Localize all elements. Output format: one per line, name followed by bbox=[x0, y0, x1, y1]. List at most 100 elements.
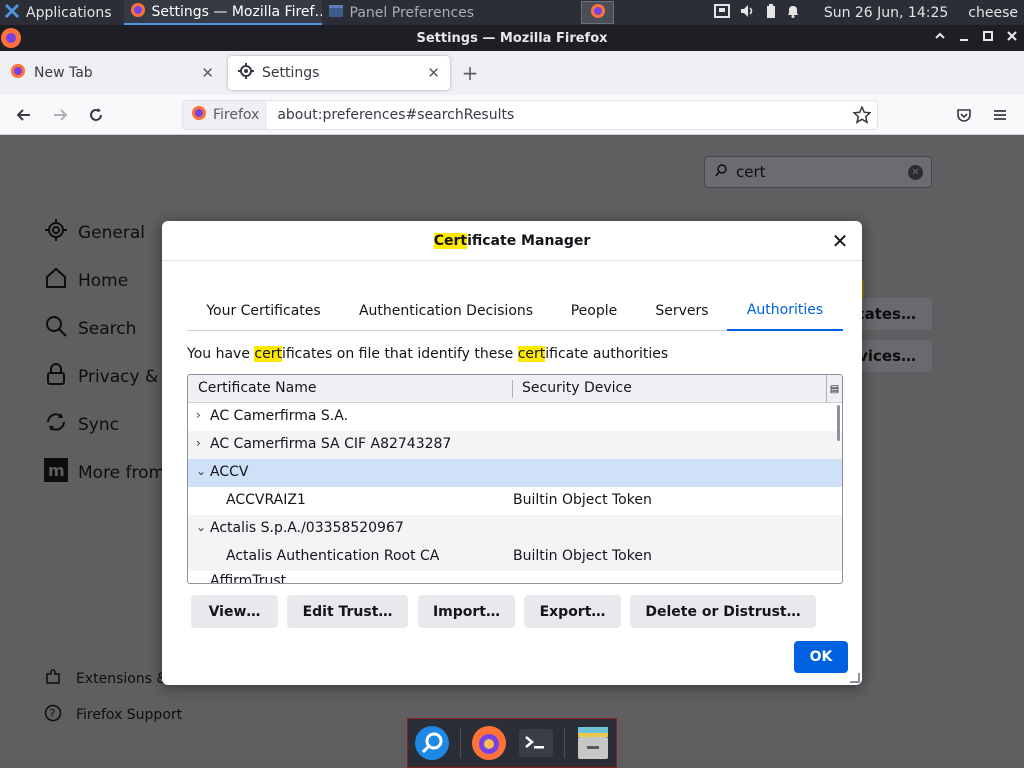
svg-text:m: m bbox=[48, 461, 65, 480]
app-finder-icon[interactable] bbox=[413, 724, 451, 762]
sync-icon bbox=[44, 410, 68, 439]
tree-row[interactable]: › AC Camerfirma S.A. bbox=[188, 403, 842, 431]
sidebar-item-more-from-mozilla[interactable]: m More from bbox=[44, 458, 165, 487]
bookmark-star-icon[interactable] bbox=[852, 105, 872, 128]
sidebar-item-general[interactable]: General bbox=[44, 218, 145, 247]
system-tray: Sun 26 Jun, 14:25 cheese bbox=[713, 0, 1024, 25]
search-icon bbox=[715, 163, 728, 181]
workspace-firefox-button[interactable] bbox=[581, 1, 614, 24]
cert-name: AC Camerfirma SA CIF A82743287 bbox=[210, 436, 452, 452]
cert-name: AC Camerfirma S.A. bbox=[210, 408, 349, 424]
sidebar-item-label: Firefox Support bbox=[76, 707, 183, 723]
minimize-icon[interactable] bbox=[958, 30, 970, 46]
sidebar-item-home[interactable]: Home bbox=[44, 266, 128, 295]
authorities-description: You have certificates on file that ident… bbox=[187, 346, 668, 362]
pocket-icon[interactable] bbox=[952, 103, 976, 127]
applications-menu[interactable]: Applications bbox=[0, 0, 118, 25]
tab-servers[interactable]: Servers bbox=[645, 291, 719, 331]
dialog-title-rest: ificate Manager bbox=[467, 232, 591, 249]
home-icon bbox=[44, 266, 68, 295]
sidebar-item-label: Home bbox=[78, 270, 129, 291]
column-picker-icon[interactable]: ▤ bbox=[826, 375, 842, 403]
taskbar-firefox[interactable]: Settings — Mozilla Firef… bbox=[123, 0, 322, 25]
twisty-icon[interactable]: › bbox=[196, 408, 201, 422]
dialog-title-highlight: Cert bbox=[433, 232, 468, 249]
tree-row[interactable]: ⌄ Actalis S.p.A./03358520967 bbox=[188, 515, 842, 543]
cert-device: Builtin Object Token bbox=[513, 492, 652, 508]
battery-icon[interactable] bbox=[766, 3, 776, 22]
network-icon[interactable] bbox=[713, 3, 730, 22]
sidebar-item-label: Sync bbox=[78, 414, 119, 435]
user-menu[interactable]: cheese bbox=[968, 5, 1018, 21]
identity-box[interactable]: Firefox bbox=[183, 101, 268, 129]
bottom-dock bbox=[407, 718, 617, 768]
tree-row[interactable]: › AC Camerfirma SA CIF A82743287 bbox=[188, 431, 842, 459]
cert-name: AffirmTrust bbox=[210, 573, 287, 584]
url-text[interactable]: about:preferences#searchResults bbox=[267, 107, 514, 123]
column-certificate-name[interactable]: Certificate Name bbox=[198, 380, 316, 396]
notification-bell-icon[interactable] bbox=[786, 4, 800, 22]
tab-authorities[interactable]: Authorities bbox=[727, 291, 843, 331]
file-manager-icon[interactable] bbox=[574, 724, 612, 762]
close-tab-icon[interactable]: ✕ bbox=[201, 64, 214, 82]
export-button[interactable]: Export… bbox=[524, 595, 621, 628]
certificate-tree[interactable]: Certificate Name Security Device ▤ › AC … bbox=[187, 374, 843, 584]
search-value: cert bbox=[736, 163, 766, 181]
tree-row[interactable]: ACCVRAIZ1 Builtin Object Token bbox=[188, 487, 842, 515]
url-bar[interactable]: Firefox about:preferences#searchResults bbox=[182, 100, 878, 130]
tree-scrollbar[interactable] bbox=[837, 405, 840, 441]
tree-row-selected[interactable]: ⌄ ACCV bbox=[188, 459, 842, 487]
sidebar-item-search[interactable]: Search bbox=[44, 314, 136, 343]
import-button[interactable]: Import… bbox=[418, 595, 515, 628]
resize-grip-icon[interactable] bbox=[850, 673, 860, 683]
window-titlebar: Settings — Mozilla Firefox bbox=[0, 25, 1024, 51]
tab-authentication-decisions[interactable]: Authentication Decisions bbox=[348, 291, 544, 331]
column-security-device[interactable]: Security Device bbox=[522, 380, 632, 396]
tree-row[interactable]: Actalis Authentication Root CA Builtin O… bbox=[188, 543, 842, 571]
twisty-icon[interactable]: ⌄ bbox=[196, 520, 206, 534]
sidebar-item-sync[interactable]: Sync bbox=[44, 410, 119, 439]
tab-your-certificates[interactable]: Your Certificates bbox=[187, 291, 340, 331]
window-title: Settings — Mozilla Firefox bbox=[416, 30, 608, 46]
preferences-search-input[interactable]: cert ✕ bbox=[704, 156, 932, 188]
close-tab-icon[interactable]: ✕ bbox=[427, 64, 440, 82]
svg-text:?: ? bbox=[50, 707, 56, 720]
close-icon[interactable]: ✕ bbox=[830, 231, 850, 251]
cert-name: Actalis S.p.A./03358520967 bbox=[210, 520, 404, 536]
tab-new-tab[interactable]: New Tab ✕ bbox=[0, 56, 224, 90]
restore-icon[interactable] bbox=[982, 30, 994, 46]
clock[interactable]: Sun 26 Jun, 14:25 bbox=[824, 5, 948, 21]
new-tab-button[interactable]: + bbox=[460, 63, 480, 83]
sidebar-item-privacy[interactable]: Privacy & S bbox=[44, 362, 174, 391]
twisty-icon[interactable]: › bbox=[196, 436, 201, 450]
twisty-icon[interactable]: ⌄ bbox=[196, 464, 206, 478]
taskbar-firefox-label: Settings — Mozilla Firef… bbox=[151, 3, 322, 20]
firefox-icon[interactable] bbox=[470, 724, 508, 762]
dialog-tabs: Your Certificates Authentication Decisio… bbox=[187, 291, 843, 331]
view-button[interactable]: View… bbox=[191, 595, 278, 628]
sidebar-extensions-themes[interactable]: Extensions & bbox=[44, 668, 167, 690]
forward-icon[interactable] bbox=[48, 103, 72, 127]
delete-or-distrust-button[interactable]: Delete or Distrust… bbox=[630, 595, 816, 628]
tab-people[interactable]: People bbox=[559, 291, 629, 331]
column-divider[interactable] bbox=[512, 380, 513, 398]
hamburger-menu-icon[interactable] bbox=[988, 103, 1012, 127]
sidebar-firefox-support[interactable]: ? Firefox Support bbox=[44, 704, 182, 726]
taskbar-panel-preferences[interactable]: Panel Preferences bbox=[322, 0, 520, 25]
maximize-up-icon[interactable] bbox=[934, 30, 946, 46]
volume-icon[interactable] bbox=[740, 4, 756, 22]
firefox-icon bbox=[10, 63, 26, 83]
search-icon bbox=[44, 314, 68, 343]
close-window-icon[interactable] bbox=[1006, 30, 1018, 46]
ok-button[interactable]: OK bbox=[794, 641, 848, 673]
reload-icon[interactable] bbox=[84, 103, 108, 127]
edit-trust-button[interactable]: Edit Trust… bbox=[287, 595, 408, 628]
back-icon[interactable] bbox=[12, 103, 36, 127]
tab-settings[interactable]: Settings ✕ bbox=[228, 56, 450, 90]
tab-label: Settings bbox=[262, 65, 320, 81]
tree-row[interactable]: AffirmTrust bbox=[188, 571, 842, 584]
terminal-icon[interactable] bbox=[517, 724, 555, 762]
taskbar-panel-preferences-label: Panel Preferences bbox=[349, 4, 475, 21]
clear-search-icon[interactable]: ✕ bbox=[908, 165, 923, 180]
gear-icon bbox=[44, 218, 68, 247]
